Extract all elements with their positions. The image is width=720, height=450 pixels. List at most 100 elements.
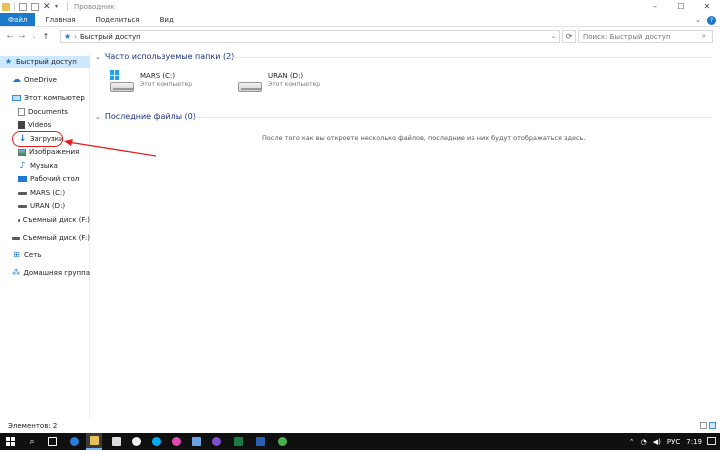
cloud-icon: ☁ (12, 75, 21, 85)
customize-toolbar-icon[interactable]: ▾ (55, 3, 63, 11)
recent-locations-button[interactable]: ⌄ (28, 33, 40, 40)
store-icon (111, 437, 121, 446)
quick-access-toolbar: ✕ ▾ (0, 0, 68, 13)
title-bar: ✕ ▾ Проводник – ☐ ✕ (0, 0, 720, 13)
divider (192, 117, 712, 118)
word-button[interactable] (252, 433, 268, 450)
folder-icon (89, 436, 99, 445)
divider (14, 2, 15, 11)
sidebar-item-label: URAN (D:) (30, 202, 66, 210)
chevron-down-icon: ⌄ (95, 112, 101, 121)
chevron-down-icon: ⌄ (95, 52, 101, 61)
sidebar-item-drive-c[interactable]: MARS (C:) (0, 187, 90, 199)
recent-files-header[interactable]: ⌄ Последние файлы (0) (95, 112, 196, 121)
tile-subtitle: Этот компьютер (268, 81, 321, 88)
sidebar-item-label: Съемный диск (F:) (22, 216, 90, 224)
sidebar-item-label: Быстрый доступ (16, 58, 77, 66)
folder-tile-mars[interactable]: MARS (C:) Этот компьютер (110, 70, 240, 100)
minimize-button[interactable]: – (642, 0, 668, 13)
app-button[interactable] (168, 433, 184, 450)
search-button[interactable]: ⌕ (24, 433, 40, 450)
network-icon[interactable]: ◔ (641, 438, 647, 446)
sidebar-item-homegroup[interactable]: ⁂ Домашняя группа (0, 267, 90, 279)
search-icon: ⌕ (29, 436, 35, 447)
media-button[interactable] (188, 433, 204, 450)
notifications-icon[interactable] (707, 437, 716, 445)
back-button[interactable]: ← (4, 32, 16, 41)
expand-ribbon-icon[interactable]: ⌄ (695, 16, 701, 24)
app-button[interactable] (128, 433, 144, 450)
forward-button[interactable]: → (16, 32, 28, 41)
language-indicator[interactable]: РУС (667, 438, 680, 446)
media-icon (191, 437, 201, 446)
sidebar-item-removable-f[interactable]: Съемный диск (F:) (0, 214, 90, 226)
store-button[interactable] (108, 433, 124, 450)
video-icon (18, 121, 25, 129)
close-button[interactable]: ✕ (694, 0, 720, 13)
navigation-pane: ★ Быстрый доступ ☁ OneDrive Этот компьют… (0, 52, 90, 418)
delete-icon[interactable]: ✕ (43, 2, 51, 11)
window-controls: – ☐ ✕ (642, 0, 720, 13)
explorer-button[interactable] (86, 433, 102, 450)
tab-share[interactable]: Поделиться (86, 13, 150, 26)
tile-name: URAN (D:) (268, 72, 304, 80)
task-view-button[interactable] (44, 433, 60, 450)
ribbon-tabs: Файл Главная Поделиться Вид ⌄ ? (0, 13, 720, 27)
speaker-icon[interactable]: ◀) (653, 438, 661, 446)
viber-button[interactable] (208, 433, 224, 450)
large-icons-view-icon[interactable] (709, 422, 716, 429)
removable-drive-icon (12, 236, 20, 240)
address-dropdown-icon[interactable]: ⌄ (551, 31, 556, 42)
sidebar-item-label: MARS (C:) (30, 189, 66, 197)
task-view-icon (47, 437, 57, 446)
tab-file[interactable]: Файл (0, 13, 36, 26)
divider (228, 57, 712, 58)
folder-tile-uran[interactable]: URAN (D:) Этот компьютер (238, 70, 368, 100)
breadcrumb-location[interactable]: Быстрый доступ (80, 33, 141, 41)
skype-button[interactable] (148, 433, 164, 450)
viber-icon (211, 437, 221, 446)
up-button[interactable]: ↑ (40, 32, 52, 41)
sidebar-item-documents[interactable]: Documents (0, 106, 90, 118)
tile-subtitle: Этот компьютер (140, 81, 193, 88)
app-icon (131, 437, 141, 446)
frequent-folders-header[interactable]: ⌄ Часто используемые папки (2) (95, 52, 234, 61)
maximize-button[interactable]: ☐ (668, 0, 694, 13)
address-bar[interactable]: ★ › Быстрый доступ ⌄ (60, 30, 560, 43)
annotation-circle (12, 131, 63, 147)
drive-icon (18, 204, 27, 208)
sidebar-item-videos[interactable]: Videos (0, 119, 90, 131)
sidebar-item-label: Съемный диск (F:) (22, 234, 90, 242)
sidebar-item-label: Домашняя группа (23, 269, 90, 277)
removable-drive-icon (18, 218, 20, 222)
tab-view[interactable]: Вид (150, 13, 184, 26)
sidebar-item-network[interactable]: ⊞ Сеть (0, 249, 90, 261)
sidebar-item-drive-d[interactable]: URAN (D:) (0, 200, 90, 212)
sidebar-item-this-pc[interactable]: Этот компьютер (0, 92, 90, 104)
edge-button[interactable] (66, 433, 82, 450)
show-hidden-icons-icon[interactable]: ⌃ (629, 438, 635, 446)
start-button[interactable] (2, 433, 18, 450)
app-button[interactable] (274, 433, 290, 450)
tile-name: MARS (C:) (140, 72, 176, 80)
clock[interactable]: 7:19 (686, 438, 702, 446)
folder-icon (2, 2, 10, 11)
computer-icon (12, 95, 21, 101)
refresh-button[interactable]: ⟳ (562, 30, 576, 43)
sidebar-item-onedrive[interactable]: ☁ OneDrive (0, 74, 90, 86)
edge-icon (69, 437, 79, 446)
help-icon[interactable]: ? (707, 15, 716, 25)
sidebar-item-removable-f-root[interactable]: Съемный диск (F:) (0, 232, 90, 244)
sidebar-item-label: Этот компьютер (24, 94, 85, 102)
sidebar-item-quick-access[interactable]: ★ Быстрый доступ (0, 56, 90, 68)
properties-icon[interactable] (19, 2, 27, 11)
excel-button[interactable] (230, 433, 246, 450)
status-bar: Элементов: 2 (0, 420, 720, 432)
tab-home[interactable]: Главная (35, 13, 85, 26)
search-input[interactable] (578, 30, 713, 43)
new-folder-icon[interactable] (31, 2, 39, 11)
sidebar-item-label: Рабочий стол (30, 175, 80, 183)
sidebar-item-label: Videos (28, 121, 52, 129)
details-view-icon[interactable] (700, 422, 707, 429)
sidebar-item-desktop[interactable]: Рабочий стол (0, 173, 90, 185)
